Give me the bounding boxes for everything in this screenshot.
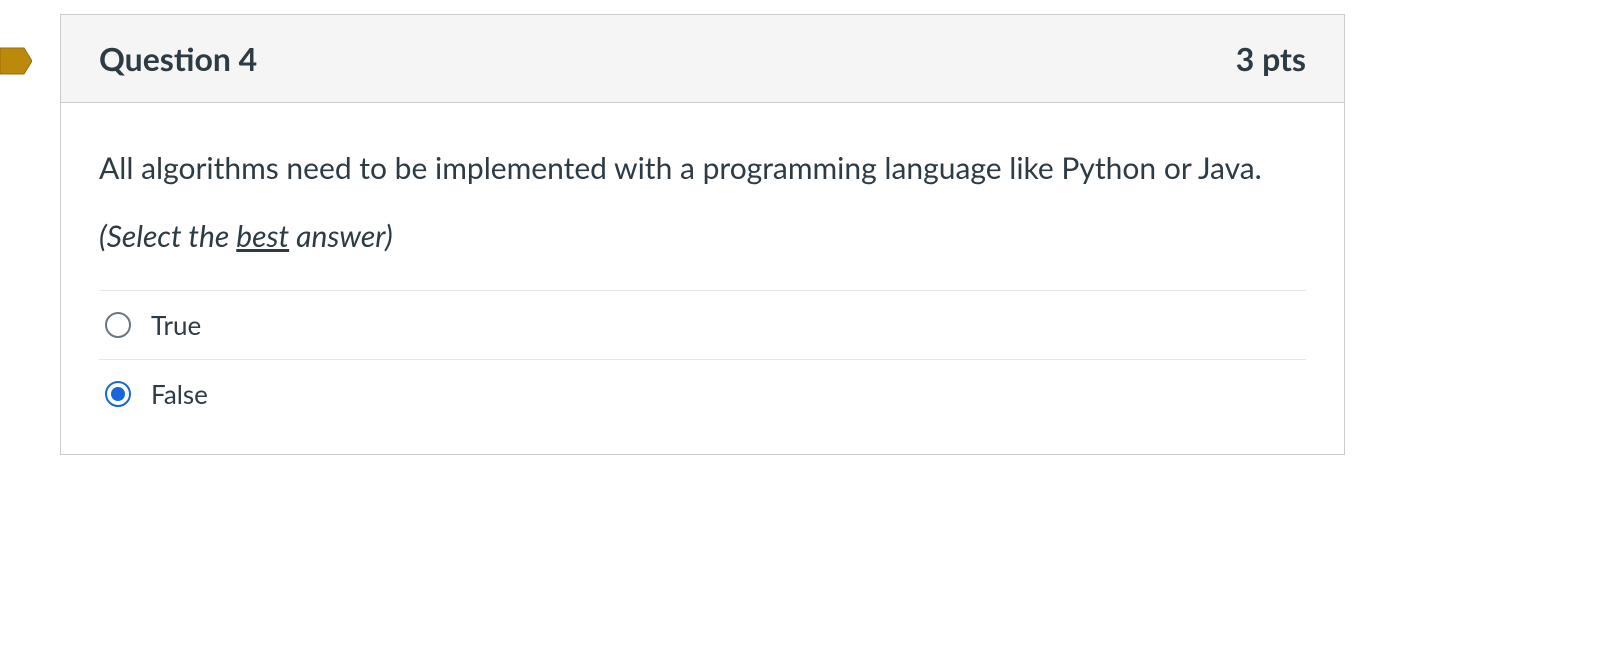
radio-icon[interactable] [105,312,131,338]
question-text: All algorithms need to be implemented wi… [99,145,1306,192]
hint-post: answer) [289,218,393,254]
question-title: Question 4 [99,39,257,78]
question-points: 3 pts [1236,39,1306,78]
hint-pre: (Select the [99,218,236,254]
answer-option-false[interactable]: False [99,360,1306,428]
answer-label: False [151,378,208,410]
answer-list: True False [99,290,1306,428]
answer-option-true[interactable]: True [99,291,1306,360]
question-header: Question 4 3 pts [61,15,1344,103]
question-body: All algorithms need to be implemented wi… [61,103,1344,454]
question-card: Question 4 3 pts All algorithms need to … [60,14,1345,455]
question-hint: (Select the best answer) [99,218,1306,254]
answer-label: True [151,309,201,341]
radio-icon[interactable] [105,381,131,407]
bookmark-flag-icon[interactable] [0,44,32,78]
hint-underline: best [236,218,289,254]
